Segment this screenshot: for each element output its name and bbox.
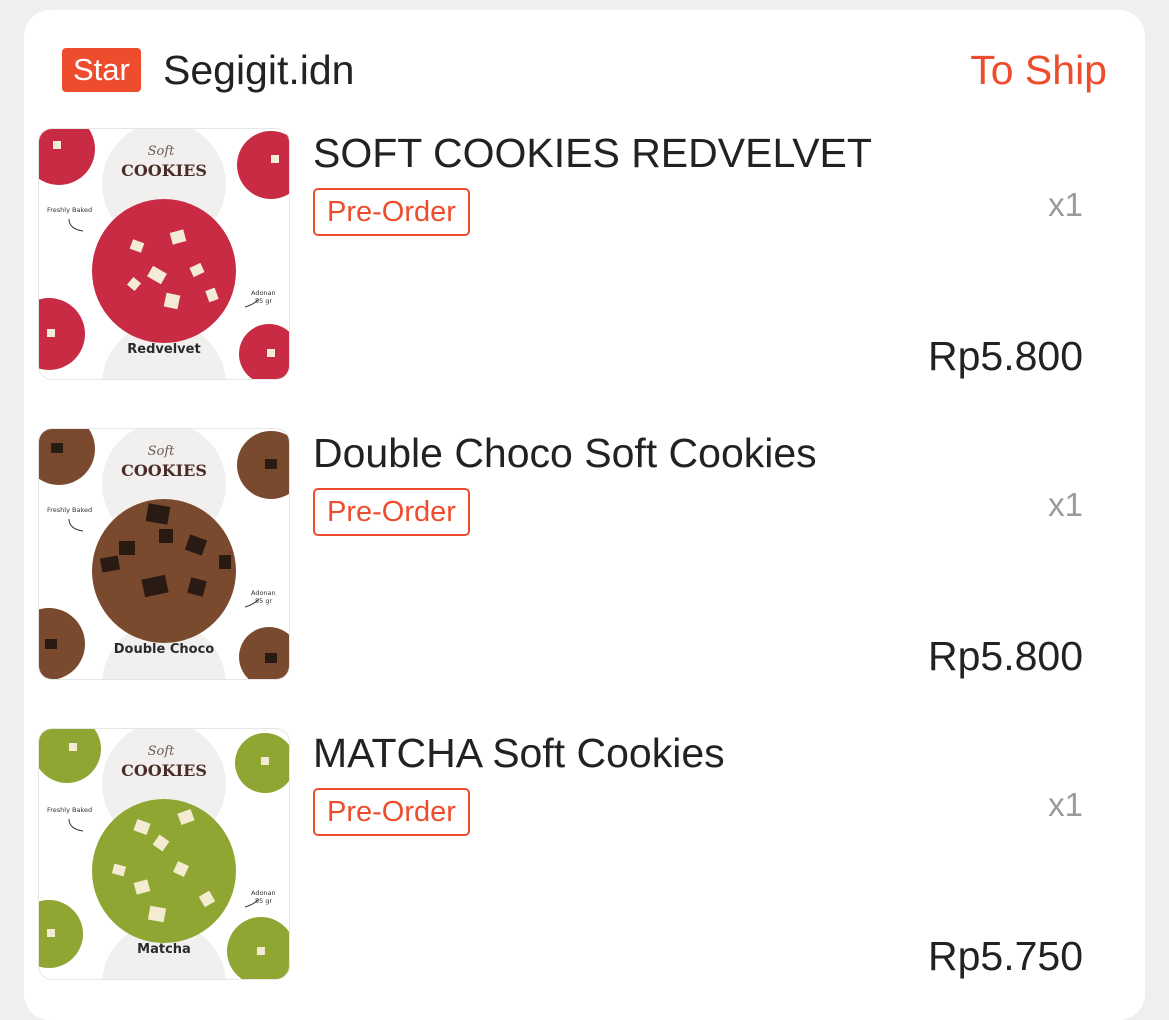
- product-image: Soft COOKIES Freshly Baked Adonan 55 gr …: [38, 728, 290, 980]
- shop-name[interactable]: Segigit.idn: [163, 44, 354, 96]
- image-heading-text: COOKIES: [121, 761, 207, 780]
- image-flavor-label: Matcha: [137, 942, 191, 957]
- image-flavor-label: Double Choco: [114, 642, 215, 657]
- shop-header: Star Segigit.idn To Ship: [62, 47, 1107, 108]
- product-title: SOFT COOKIES REDVELVET: [313, 130, 872, 176]
- item-quantity: x1: [1048, 186, 1083, 223]
- image-note-weight-b: 55 gr: [255, 297, 272, 305]
- order-item[interactable]: Soft COOKIES Freshly Baked Adonan 55 gr …: [38, 728, 1083, 980]
- product-title: MATCHA Soft Cookies: [313, 730, 725, 776]
- image-note-weight-a: Adonan: [251, 589, 276, 597]
- item-quantity: x1: [1048, 786, 1083, 823]
- image-script-text: Soft: [148, 144, 176, 159]
- order-status: To Ship: [970, 47, 1107, 93]
- image-note-fresh: Freshly Baked: [47, 806, 92, 814]
- item-price: Rp5.800: [927, 333, 1083, 379]
- item-quantity: x1: [1048, 486, 1083, 523]
- order-item[interactable]: Soft COOKIES Freshly Baked Adonan 55 gr …: [38, 128, 1083, 380]
- item-price: Rp5.750: [927, 933, 1083, 979]
- product-title: Double Choco Soft Cookies: [313, 430, 817, 476]
- preorder-tag: Pre-Order: [313, 788, 470, 836]
- cookie-illustration: Soft COOKIES Freshly Baked Adonan 55 gr …: [39, 129, 289, 379]
- image-script-text: Soft: [148, 744, 176, 759]
- image-note-weight-a: Adonan: [251, 289, 276, 297]
- image-note-fresh: Freshly Baked: [47, 206, 92, 214]
- image-heading-text: COOKIES: [121, 161, 207, 180]
- image-note-fresh: Freshly Baked: [47, 506, 92, 514]
- preorder-tag: Pre-Order: [313, 188, 470, 236]
- image-script-text: Soft: [148, 444, 176, 459]
- order-item[interactable]: Soft COOKIES Freshly Baked Adonan 55 gr …: [38, 428, 1083, 680]
- image-note-weight-b: 55 gr: [255, 597, 272, 605]
- preorder-tag: Pre-Order: [313, 488, 470, 536]
- image-note-weight-a: Adonan: [251, 889, 276, 897]
- image-note-weight-b: 55 gr: [255, 897, 272, 905]
- star-seller-badge: Star: [62, 48, 141, 92]
- image-flavor-label: Redvelvet: [127, 342, 200, 357]
- product-image: Soft COOKIES Freshly Baked Adonan 55 gr …: [38, 128, 290, 380]
- image-heading-text: COOKIES: [121, 461, 207, 480]
- cookie-illustration: Soft COOKIES Freshly Baked Adonan 55 gr …: [39, 429, 289, 679]
- product-image: Soft COOKIES Freshly Baked Adonan 55 gr …: [38, 428, 290, 680]
- item-price: Rp5.800: [927, 633, 1083, 679]
- cookie-illustration: Soft COOKIES Freshly Baked Adonan 55 gr …: [39, 729, 289, 979]
